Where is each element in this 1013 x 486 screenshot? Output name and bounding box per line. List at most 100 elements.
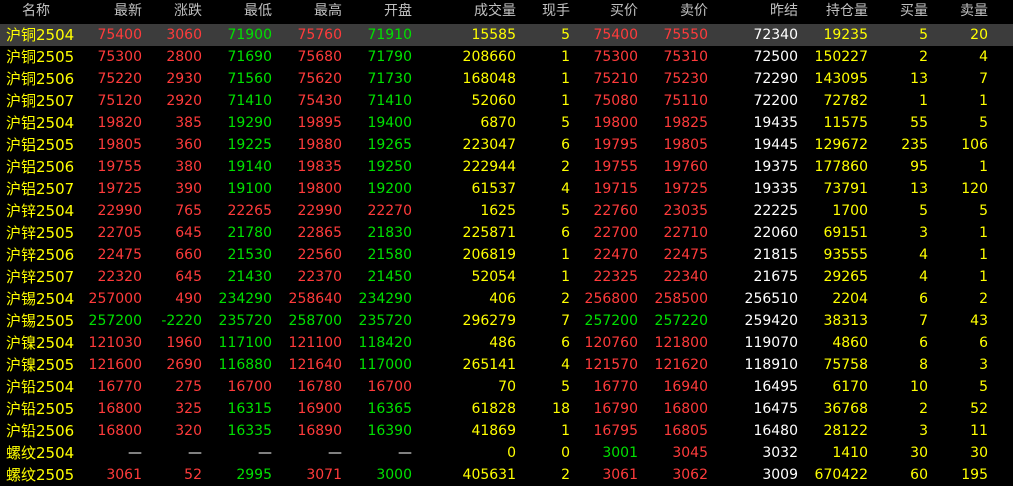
table-row[interactable]: 沪铜2504 75400 3060 71900 75760 71910 15585 5 7540… (0, 24, 1013, 46)
volume-cell: 405631 (462, 467, 516, 483)
open-price-cell: 71910 (367, 27, 412, 43)
contract-name-cell: 沪铜2507 (6, 92, 75, 110)
contract-name-cell: 沪锌2505 (6, 224, 75, 242)
high-price-cell: 258700 (288, 313, 342, 329)
prev-settle-cell: 19435 (753, 115, 798, 131)
header-bid-volume[interactable]: 买量 (868, 0, 928, 22)
table-row[interactable]: 沪铝2505 19805 360 19225 19880 19265 223047 6 1979… (0, 134, 1013, 156)
open-interest-cell: 2204 (832, 291, 868, 307)
bid-volume-cell: 95 (910, 159, 928, 175)
bid-price-cell: 22325 (593, 269, 638, 285)
table-row[interactable]: 沪锌2506 22475 660 21530 22560 21580 206819 1 2247… (0, 244, 1013, 266)
current-lots-cell: 1 (561, 71, 570, 87)
header-high[interactable]: 最高 (272, 0, 342, 22)
prev-settle-cell: 16495 (753, 379, 798, 395)
table-row[interactable]: 沪铅2505 16800 325 16315 16900 16365 61828 18 1679… (0, 398, 1013, 420)
bid-price-cell: 22700 (593, 225, 638, 241)
high-price-cell: 75680 (297, 49, 342, 65)
table-row[interactable]: 沪铅2506 16800 320 16335 16890 16390 41869 1 16795… (0, 420, 1013, 442)
ask-volume-cell: 5 (979, 379, 988, 395)
current-lots-cell: 5 (561, 203, 570, 219)
header-ask-volume[interactable]: 卖量 (928, 0, 988, 22)
header-prev-settle[interactable]: 昨结 (708, 0, 798, 22)
open-price-cell: 22270 (367, 203, 412, 219)
table-row[interactable]: 沪铜2507 75120 2920 71410 75430 71410 52060 1 7508… (0, 90, 1013, 112)
current-lots-cell: 7 (561, 313, 570, 329)
header-open[interactable]: 开盘 (342, 0, 412, 22)
ask-price-cell: 19725 (663, 181, 708, 197)
table-row[interactable]: 螺纹2505 3061 52 2995 3071 3000 405631 2 3061 3062 3… (0, 464, 1013, 486)
table-row[interactable]: 沪铜2505 75300 2800 71690 75680 71790 208660 1 753… (0, 46, 1013, 68)
bid-volume-cell: 2 (919, 49, 928, 65)
change-cell: 52 (184, 467, 202, 483)
header-volume[interactable]: 成交量 (412, 0, 516, 22)
change-cell: 645 (175, 269, 202, 285)
header-name[interactable]: 名称 (0, 0, 72, 22)
table-row[interactable]: 沪铅2504 16770 275 16700 16780 16700 70 5 16770 169… (0, 376, 1013, 398)
ask-price-cell: 19760 (663, 159, 708, 175)
bid-volume-cell: 4 (919, 269, 928, 285)
table-row[interactable]: 沪铝2504 19820 385 19290 19895 19400 6870 5 19800 1… (0, 112, 1013, 134)
bid-volume-cell: 8 (919, 357, 928, 373)
low-price-cell: 21780 (227, 225, 272, 241)
bid-price-cell: 16770 (593, 379, 638, 395)
volume-cell: 406 (489, 291, 516, 307)
header-bid[interactable]: 买价 (570, 0, 638, 22)
ask-volume-cell: 52 (970, 401, 988, 417)
table-row[interactable]: 螺纹2504 — — — — — 0 0 3001 3045 3032 1410 30 30 (0, 442, 1013, 464)
table-row[interactable]: 沪铝2506 19755 380 19140 19835 19250 222944 2 1975… (0, 156, 1013, 178)
table-row[interactable]: 沪锡2505 257200 -2220 235720 258700 235720 29627… (0, 310, 1013, 332)
last-price-cell: 19725 (97, 181, 142, 197)
table-row[interactable]: 沪锌2504 22990 765 22265 22990 22270 1625 5 22760 2… (0, 200, 1013, 222)
current-lots-cell: 1 (561, 93, 570, 109)
open-price-cell: 118420 (358, 335, 412, 351)
volume-cell: 222944 (462, 159, 516, 175)
bid-price-cell: 3001 (602, 445, 638, 461)
high-price-cell: 19895 (297, 115, 342, 131)
low-price-cell: 21530 (227, 247, 272, 263)
header-current-lots[interactable]: 现手 (516, 0, 570, 22)
ask-volume-cell: 43 (970, 313, 988, 329)
change-cell: 360 (175, 137, 202, 153)
current-lots-cell: 1 (561, 247, 570, 263)
bid-price-cell: 120760 (584, 335, 638, 351)
contract-name-cell: 沪锌2506 (6, 246, 75, 264)
volume-cell: 52054 (471, 269, 516, 285)
ask-volume-cell: 1 (979, 247, 988, 263)
bid-price-cell: 75210 (593, 71, 638, 87)
change-cell: 2930 (166, 71, 202, 87)
volume-cell: 41869 (471, 423, 516, 439)
table-row[interactable]: 沪镍2504 121030 1960 117100 121100 118420 486 6 12… (0, 332, 1013, 354)
ask-volume-cell: 4 (979, 49, 988, 65)
last-price-cell: 121030 (88, 335, 142, 351)
change-cell: 1960 (166, 335, 202, 351)
table-row[interactable]: 沪镍2505 121600 2690 116880 121640 117000 265141… (0, 354, 1013, 376)
ask-price-cell: 19825 (663, 115, 708, 131)
header-last[interactable]: 最新 (72, 0, 142, 22)
bid-volume-cell: 5 (919, 27, 928, 43)
header-open-interest[interactable]: 持仓量 (798, 0, 868, 22)
table-row[interactable]: 沪铝2507 19725 390 19100 19800 19200 61537 4 19715… (0, 178, 1013, 200)
prev-settle-cell: 3009 (762, 467, 798, 483)
low-price-cell: 116880 (218, 357, 272, 373)
change-cell: — (188, 445, 202, 461)
last-price-cell: 121600 (88, 357, 142, 373)
current-lots-cell: 5 (561, 115, 570, 131)
table-row[interactable]: 沪铜2506 75220 2930 71560 75620 71730 168048 1 752… (0, 68, 1013, 90)
table-row[interactable]: 沪锌2507 22320 645 21430 22370 21450 52054 1 22325… (0, 266, 1013, 288)
open-price-cell: 19200 (367, 181, 412, 197)
ask-volume-cell: 11 (970, 423, 988, 439)
change-cell: 275 (175, 379, 202, 395)
header-change[interactable]: 涨跌 (142, 0, 202, 22)
table-row[interactable]: 沪锌2505 22705 645 21780 22865 21830 225871 6 2270… (0, 222, 1013, 244)
ask-volume-cell: 195 (961, 467, 988, 483)
header-ask[interactable]: 卖价 (638, 0, 708, 22)
prev-settle-cell: 119070 (744, 335, 798, 351)
volume-cell: 206819 (462, 247, 516, 263)
ask-price-cell: 22475 (663, 247, 708, 263)
table-row[interactable]: 沪锡2504 257000 490 234290 258640 234290 406 2 256… (0, 288, 1013, 310)
bid-volume-cell: 5 (919, 203, 928, 219)
ask-volume-cell: 2 (979, 291, 988, 307)
high-price-cell: — (328, 445, 342, 461)
header-low[interactable]: 最低 (202, 0, 272, 22)
